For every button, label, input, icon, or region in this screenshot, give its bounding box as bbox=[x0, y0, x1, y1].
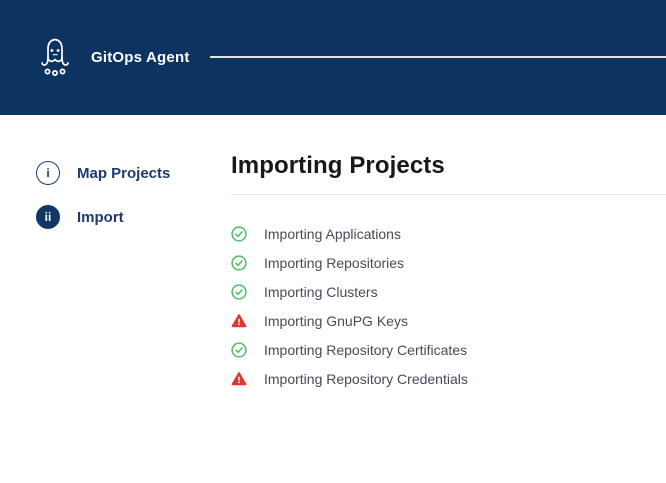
step-1-numeral: i bbox=[46, 166, 49, 180]
check-circle-icon bbox=[231, 284, 247, 300]
app-window: GitOps Agent i Map Projects ii Import Im… bbox=[0, 0, 666, 483]
step-2-label: Import bbox=[77, 209, 124, 226]
import-item-label: Importing Repositories bbox=[264, 255, 404, 271]
import-item-label: Importing Repository Certificates bbox=[264, 342, 467, 358]
import-status-row: Importing Applications bbox=[231, 219, 666, 248]
import-status-row: Importing GnuPG Keys bbox=[231, 306, 666, 335]
brand-title: GitOps Agent bbox=[91, 49, 190, 66]
app-header: GitOps Agent bbox=[0, 0, 666, 115]
import-item-label: Importing GnuPG Keys bbox=[264, 313, 408, 329]
import-status-row: Importing Repositories bbox=[231, 248, 666, 277]
page-body: i Map Projects ii Import Importing Proje… bbox=[0, 115, 666, 483]
check-circle-icon bbox=[231, 342, 247, 358]
step-1-badge: i bbox=[36, 161, 60, 185]
step-2-numeral: ii bbox=[45, 210, 52, 224]
section-divider bbox=[231, 194, 666, 195]
import-status-list: Importing Applications Importing Reposit… bbox=[231, 219, 666, 393]
header-rule bbox=[210, 56, 666, 58]
main-content: Importing Projects Importing Application… bbox=[231, 115, 666, 483]
import-item-label: Importing Applications bbox=[264, 226, 401, 242]
step-map-projects[interactable]: i Map Projects bbox=[36, 161, 231, 185]
step-2-badge: ii bbox=[36, 205, 60, 229]
warning-triangle-icon bbox=[231, 313, 247, 329]
step-import[interactable]: ii Import bbox=[36, 205, 231, 229]
import-status-row: Importing Clusters bbox=[231, 277, 666, 306]
import-item-label: Importing Repository Credentials bbox=[264, 371, 468, 387]
warning-triangle-icon bbox=[231, 371, 247, 387]
wizard-steps: i Map Projects ii Import bbox=[0, 115, 231, 483]
import-status-row: Importing Repository Credentials bbox=[231, 364, 666, 393]
check-circle-icon bbox=[231, 226, 247, 242]
page-title: Importing Projects bbox=[231, 152, 666, 180]
check-circle-icon bbox=[231, 255, 247, 271]
step-1-label: Map Projects bbox=[77, 165, 170, 182]
import-item-label: Importing Clusters bbox=[264, 284, 378, 300]
import-status-row: Importing Repository Certificates bbox=[231, 335, 666, 364]
octopus-logo-icon bbox=[38, 36, 72, 80]
